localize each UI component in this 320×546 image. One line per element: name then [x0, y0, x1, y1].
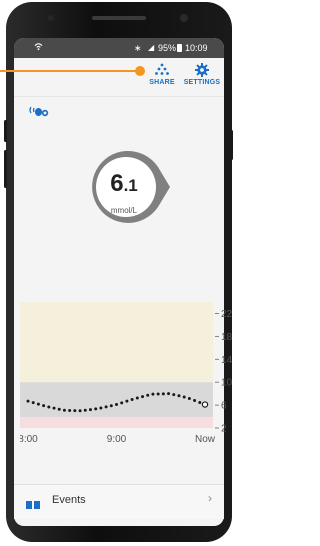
- volume-up-key: [4, 120, 7, 142]
- callout-dot: [135, 66, 145, 76]
- glucose-point: [161, 392, 165, 396]
- x-tick-label: Now: [195, 434, 216, 445]
- glucose-point: [57, 407, 61, 411]
- glucose-point: [146, 393, 150, 397]
- glucose-point: [135, 396, 139, 400]
- power-key: [230, 130, 233, 160]
- glucose-point: [120, 401, 124, 405]
- y-tick-label: 22: [221, 309, 233, 320]
- glucose-point: [47, 405, 51, 409]
- glucose-point: [167, 392, 171, 396]
- events-row[interactable]: Events ›: [14, 484, 224, 519]
- glucose-point: [68, 408, 72, 412]
- current-reading-point: [201, 401, 209, 408]
- bluetooth-icon: ∗: [134, 43, 142, 53]
- status-bar: ∗ ◢ 95% 10:09: [14, 38, 224, 58]
- glucose-point: [26, 399, 30, 403]
- signal-broadcast-icon: [28, 104, 52, 123]
- high-zone-band: [20, 302, 213, 383]
- glucose-point: [182, 395, 186, 399]
- callout-line: [0, 70, 140, 72]
- book-icon: [26, 497, 40, 515]
- glucose-point: [83, 408, 87, 412]
- y-tick-label: 6: [221, 401, 227, 412]
- low-zone-band: [20, 417, 213, 428]
- app-toolbar: SHARE SETTINGS: [14, 58, 224, 97]
- glucose-point: [193, 398, 197, 402]
- glucose-point: [52, 406, 56, 410]
- battery-percent: 95%: [158, 43, 177, 53]
- events-label: Events: [52, 494, 86, 506]
- glucose-point: [130, 397, 134, 401]
- glucose-unit: mmol/L: [110, 206, 138, 215]
- status-clock: 10:09: [185, 43, 208, 53]
- y-tick-label: 18: [221, 332, 233, 343]
- glucose-trend-chart: 22 18 14 10 6 2 8:00 9:00 Now: [20, 302, 233, 445]
- glucose-point: [198, 400, 202, 404]
- settings-label: SETTINGS: [183, 79, 221, 86]
- bixby-key: [4, 150, 7, 188]
- chevron-right-icon: ›: [208, 491, 212, 505]
- battery-icon: [177, 44, 182, 52]
- glucose-point: [187, 396, 191, 400]
- y-tick-label: 14: [221, 355, 233, 366]
- proximity-sensor: [48, 15, 54, 21]
- wifi-icon: [34, 38, 43, 58]
- glucose-point: [99, 406, 103, 410]
- front-camera: [180, 14, 188, 22]
- share-dots-icon: [142, 63, 182, 79]
- glucose-point: [36, 402, 40, 406]
- glucose-point: [88, 408, 92, 412]
- y-tick-label: 10: [221, 378, 233, 389]
- x-tick-label: 9:00: [107, 434, 127, 445]
- glucose-point: [31, 401, 35, 405]
- glucose-point: [78, 409, 82, 413]
- glucose-point: [177, 394, 181, 398]
- glucose-value: 6.1: [92, 170, 156, 198]
- glucose-point: [156, 392, 160, 396]
- glucose-point: [109, 404, 113, 408]
- glucose-point: [104, 405, 108, 409]
- glucose-point: [141, 395, 145, 399]
- glucose-point: [172, 393, 176, 397]
- target-zone-band: [20, 382, 213, 418]
- glucose-point: [115, 403, 118, 407]
- glucose-point: [94, 407, 98, 411]
- glucose-point: [151, 392, 155, 396]
- glucose-point: [125, 399, 129, 403]
- glucose-decimal: .1: [123, 176, 138, 195]
- y-tick-label: 2: [221, 424, 227, 435]
- glucose-integer: 6: [110, 170, 124, 197]
- gear-icon: [180, 63, 224, 79]
- glucose-point: [73, 409, 77, 413]
- share-button[interactable]: SHARE: [142, 63, 182, 86]
- settings-button[interactable]: SETTINGS: [180, 63, 224, 86]
- earpiece-speaker: [92, 16, 146, 20]
- glucose-point: [62, 408, 66, 412]
- signal-strength-icon: ◢: [148, 43, 155, 52]
- glucose-point: [42, 404, 46, 408]
- share-label: SHARE: [149, 79, 175, 86]
- x-tick-label: 8:00: [20, 434, 38, 445]
